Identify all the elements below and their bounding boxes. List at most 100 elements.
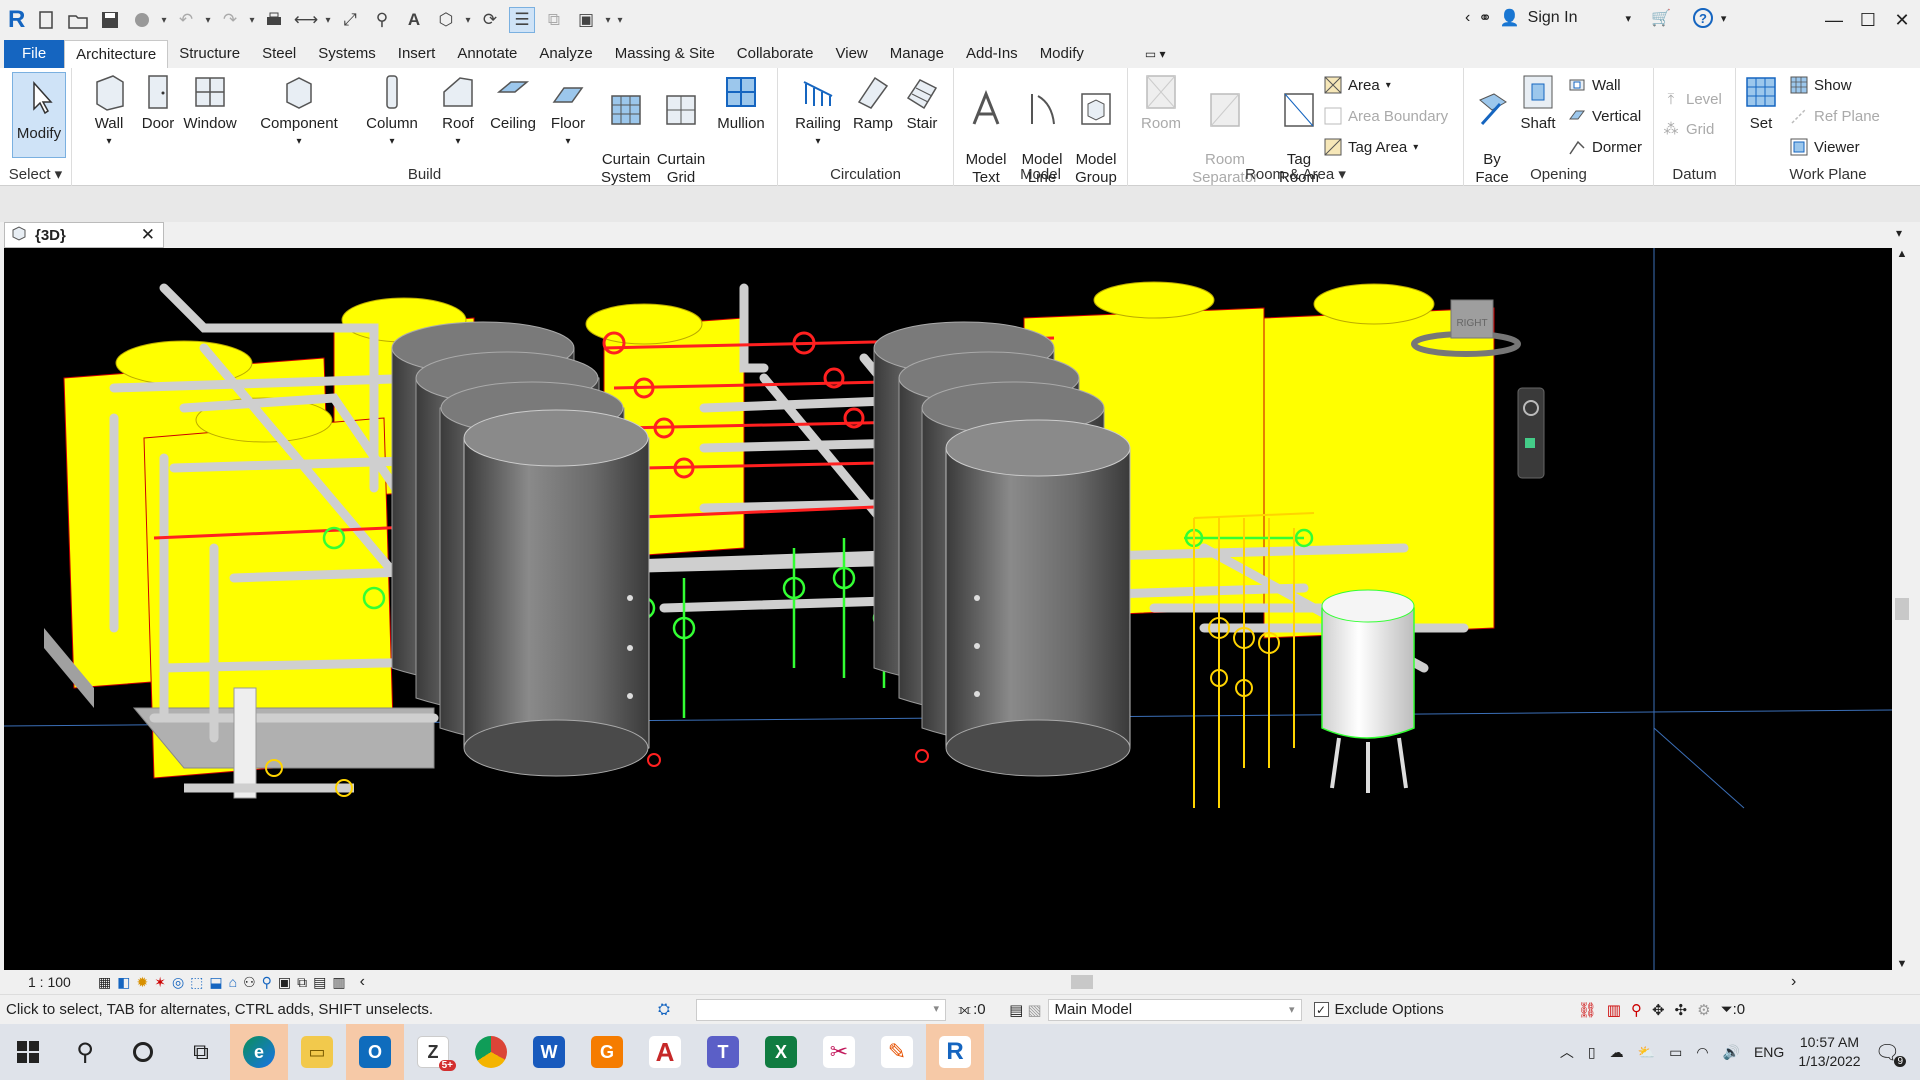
taskbar-explorer[interactable]: ▭ <box>288 1024 346 1080</box>
input-language[interactable]: ENG <box>1754 1044 1784 1060</box>
section-icon[interactable]: ⟳ <box>477 7 503 33</box>
taskbar-word[interactable]: W <box>520 1024 578 1080</box>
taskbar-autocad[interactable]: A <box>636 1024 694 1080</box>
wall-opening-button[interactable]: Wall <box>1568 76 1621 94</box>
cortana-button[interactable] <box>114 1024 172 1080</box>
maximize-icon[interactable]: ☐ <box>1852 0 1884 40</box>
analytical-model-icon[interactable]: ▤ <box>313 974 326 991</box>
tab-systems[interactable]: Systems <box>307 40 387 68</box>
tab-file[interactable]: File <box>4 40 65 68</box>
unlocked-3d-icon[interactable]: ⌂ <box>229 974 237 990</box>
select-underlay-icon[interactable]: ▥ <box>1607 1001 1621 1019</box>
selection-filter-icon[interactable]: ⏷ <box>1721 1001 1733 1018</box>
tab-structure[interactable]: Structure <box>168 40 251 68</box>
clock[interactable]: 10:57 AM 1/13/2022 <box>1798 1033 1860 1071</box>
area-boundary-button[interactable]: Area Boundary <box>1324 107 1448 125</box>
design-options-icon[interactable]: ▤ <box>1009 1001 1023 1019</box>
visual-style-icon[interactable]: ◧ <box>117 974 130 991</box>
aligned-dimension-icon[interactable]: ⤢ <box>337 7 363 33</box>
close-icon[interactable]: ✕ <box>1886 0 1918 40</box>
window-button[interactable]: Window <box>182 72 238 133</box>
set-button[interactable]: Set <box>1738 72 1784 133</box>
worksharing-display-icon[interactable]: ⧉ <box>297 974 307 991</box>
taskbar-paint[interactable]: ✎ <box>868 1024 926 1080</box>
show-crop-icon[interactable]: ⬓ <box>209 974 222 991</box>
hscroll-left-icon[interactable]: ‹ <box>360 973 365 991</box>
stair-button[interactable]: Stair <box>900 72 944 133</box>
design-options-icon-2[interactable]: ▧ <box>1027 1001 1041 1019</box>
tab-modify[interactable]: Modify <box>1029 40 1095 68</box>
select-links-icon[interactable]: ⛓ <box>1578 1001 1597 1019</box>
default-3d-view-icon[interactable]: ⬡ <box>433 7 459 33</box>
switch-windows-dropdown-icon[interactable]: ▾ <box>602 7 614 33</box>
tag-area-button[interactable]: Tag Area ▾ <box>1324 138 1418 156</box>
taskbar-teams[interactable]: T <box>694 1024 752 1080</box>
drag-elements-icon[interactable]: ✣ <box>1675 1001 1688 1019</box>
scroll-down-icon[interactable]: ▼ <box>1892 958 1912 970</box>
taskbar-chrome[interactable] <box>462 1024 520 1080</box>
scroll-up-icon[interactable]: ▲ <box>1892 248 1912 260</box>
view-tab-3d[interactable]: {3D} ✕ <box>4 222 164 248</box>
signin-dropdown-icon[interactable]: ▾ <box>1625 12 1631 25</box>
worksets-icon[interactable]: ⛭ <box>658 1001 682 1018</box>
show-button[interactable]: Show <box>1790 76 1852 94</box>
temporary-hide-icon[interactable]: ⚇ <box>243 974 256 991</box>
tab-architecture[interactable]: Architecture <box>64 40 169 68</box>
help-dropdown-icon[interactable]: ▾ <box>1721 12 1727 25</box>
floor-button[interactable]: Floor ▾ <box>546 72 590 151</box>
viewcube-face-label[interactable]: RIGHT <box>1456 318 1487 329</box>
redo-icon[interactable]: ↷ <box>217 7 243 33</box>
text-icon[interactable]: A <box>401 7 427 33</box>
phone-icon[interactable]: ▯ <box>1588 1044 1596 1061</box>
ceiling-button[interactable]: Ceiling <box>488 72 538 133</box>
tab-manage[interactable]: Manage <box>879 40 955 68</box>
tab-massing-site[interactable]: Massing & Site <box>604 40 726 68</box>
speaker-icon[interactable]: 🔊 <box>1723 1044 1740 1061</box>
shaft-button[interactable]: Shaft <box>1514 72 1562 133</box>
sync-icon[interactable] <box>129 7 155 33</box>
measure-dropdown-icon[interactable]: ▾ <box>322 7 334 33</box>
binoculars-icon[interactable]: ⚭ <box>1478 8 1491 28</box>
door-button[interactable]: Door <box>136 72 180 133</box>
reveal-hidden-icon[interactable]: ⚲ <box>262 974 272 991</box>
thin-lines-icon[interactable]: ☰ <box>509 7 535 33</box>
taskbar-outlook[interactable]: O <box>346 1024 404 1080</box>
new-icon[interactable] <box>33 7 59 33</box>
ramp-button[interactable]: Ramp <box>850 72 896 133</box>
redo-dropdown-icon[interactable]: ▾ <box>246 7 258 33</box>
start-button[interactable] <box>0 1024 56 1080</box>
ref-plane-button[interactable]: Ref Plane <box>1790 107 1880 125</box>
taskbar-revit[interactable]: R <box>926 1024 984 1080</box>
open-icon[interactable] <box>65 7 91 33</box>
roof-button[interactable]: Roof ▾ <box>436 72 480 151</box>
shadows-icon[interactable]: ✶ <box>154 974 166 991</box>
room-area-group-label[interactable]: Room & Area ▾ <box>1128 164 1463 186</box>
background-process-icon[interactable]: ⚙ <box>1697 1001 1710 1019</box>
select-by-face-icon[interactable]: ✥ <box>1652 1001 1665 1019</box>
design-option-combo[interactable]: Main Model ▾ <box>1047 998 1302 1021</box>
scroll-thumb[interactable] <box>1895 598 1909 620</box>
dormer-button[interactable]: Dormer <box>1568 138 1642 156</box>
select-dropdown[interactable]: Select ▾ <box>0 164 71 186</box>
workset-dropdown-icon[interactable]: ▾ <box>933 1002 939 1015</box>
onedrive-icon[interactable]: ⛅ <box>1638 1044 1655 1061</box>
room-button[interactable]: Room <box>1134 72 1188 133</box>
minimize-icon[interactable]: — <box>1818 0 1850 40</box>
navigation-bar[interactable] <box>1517 387 1545 479</box>
search-button[interactable]: ⚲ <box>56 1024 114 1080</box>
task-view-button[interactable]: ⧉ <box>172 1024 230 1080</box>
revit-logo-icon[interactable]: R <box>8 6 30 34</box>
signin-label[interactable]: Sign In <box>1528 9 1578 27</box>
save-icon[interactable] <box>97 7 123 33</box>
chevron-left-icon[interactable]: ‹ <box>1465 9 1470 27</box>
taskbar-edge[interactable]: e <box>230 1024 288 1080</box>
3d-dropdown-icon[interactable]: ▾ <box>462 7 474 33</box>
viewport-horizontal-scrollbar[interactable] <box>371 973 1791 991</box>
taskbar-zoho[interactable]: Z 5+ <box>404 1024 462 1080</box>
workset-combo[interactable]: ▾ <box>696 998 946 1021</box>
select-pinned-icon[interactable]: ⚲ <box>1631 1001 1642 1019</box>
view-list-dropdown-icon[interactable]: ▾ <box>1896 226 1902 240</box>
constraints-icon[interactable]: ▥ <box>332 974 345 991</box>
customize-qat-icon[interactable]: ▾ <box>614 7 626 33</box>
sync-dropdown-icon[interactable]: ▾ <box>158 7 170 33</box>
